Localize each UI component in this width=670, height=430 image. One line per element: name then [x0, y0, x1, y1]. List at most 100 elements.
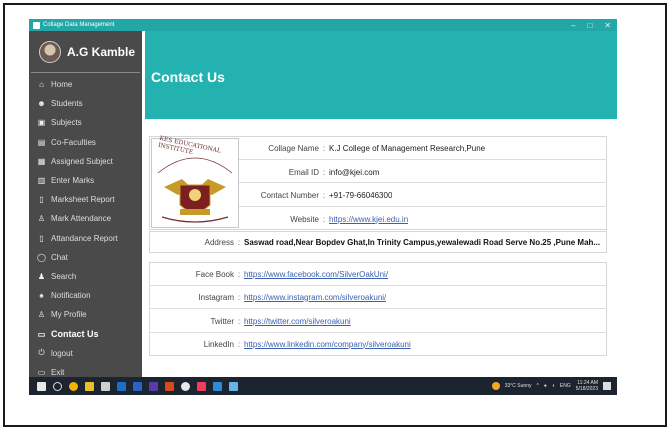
email-row: Email ID : info@kjei.com [239, 165, 380, 179]
sidebar-item-subjects[interactable]: ▣ Subjects [29, 113, 142, 132]
divider [239, 182, 607, 183]
sidebar-item-label: Home [51, 80, 73, 90]
weather-text[interactable]: 33°C Sunny [505, 383, 532, 389]
colon: : [322, 167, 326, 177]
sidebar-item-marksheet-report[interactable]: ▯ Marksheet Report [29, 190, 142, 209]
sidebar-item-students[interactable]: ☻ Students [29, 94, 142, 113]
taskbar: 33°C Sunny ^ ● ◖ ENG 11:24 AM 5/18/2023 [29, 377, 617, 395]
store-icon[interactable] [117, 381, 126, 391]
window-title: Collage Data Management [43, 22, 115, 28]
chrome-icon[interactable] [69, 381, 78, 391]
website-link[interactable]: https://www.kjei.edu.in [329, 215, 408, 224]
college-logo: KES EDUCATIONAL INSTITUTE [151, 135, 239, 228]
taskbar-apps [37, 381, 238, 391]
sidebar-nav: ⌂ Home ☻ Students ▣ Subjects ▤ Co-Faculties ▦ Ass… [29, 73, 142, 382]
phone-label: Contact Number [260, 190, 319, 200]
close-button[interactable]: ✕ [604, 21, 611, 30]
colon: : [237, 292, 241, 302]
notepad-icon[interactable] [101, 381, 110, 391]
settings-icon[interactable] [181, 381, 190, 391]
search-icon[interactable] [53, 381, 62, 391]
divider [149, 332, 607, 333]
start-icon[interactable] [37, 381, 46, 391]
office-icon[interactable] [165, 381, 174, 391]
divider [149, 308, 607, 309]
sidebar-item-chat[interactable]: ◯ Chat [29, 248, 142, 267]
chat-icon: ◯ [37, 252, 46, 262]
maximize-button[interactable]: □ [587, 21, 592, 30]
email-value: info@kjei.com [329, 167, 380, 177]
folder-icon[interactable] [85, 381, 94, 391]
colon: : [237, 316, 241, 326]
sidebar-item-label: Assigned Subject [51, 156, 113, 166]
sidebar-item-label: Chat [51, 252, 68, 262]
sidebar-item-home[interactable]: ⌂ Home [29, 75, 142, 94]
sidebar-item-label: Students [51, 99, 83, 109]
subjects-icon: ▣ [37, 118, 46, 128]
sidebar-item-label: My Profile [51, 310, 87, 320]
phone-row: Contact Number : +91-79-66046300 [239, 188, 393, 202]
colon: : [237, 339, 241, 349]
avatar [39, 40, 61, 63]
email-label: Email ID [288, 167, 319, 177]
sidebar-item-attandance-report[interactable]: ▯ Attandance Report [29, 229, 142, 248]
contact-icon: ▭ [37, 329, 46, 339]
sidebar-item-notification[interactable]: ♠ Notification [29, 286, 142, 305]
sidebar-item-logout[interactable]: ⏻ logout [29, 344, 142, 363]
profile-name: A.G Kamble [67, 44, 136, 59]
address-label: Address [204, 237, 234, 247]
volume-icon[interactable]: ◖ [552, 383, 555, 389]
sidebar-item-label: Exit [51, 367, 65, 377]
sidebar-item-search[interactable]: ♟ Search [29, 267, 142, 286]
sidebar-item-mark-attendance[interactable]: ♙ Mark Attendance [29, 209, 142, 228]
address-value: Saswad road,Near Bopdev Ghat,In Trinity … [244, 237, 601, 247]
language-indicator[interactable]: ENG [560, 383, 571, 389]
clock-date: 5/18/2023 [575, 386, 598, 392]
instagram-row: Instagram : https://www.instagram.com/si… [149, 290, 386, 304]
colon: : [237, 269, 241, 279]
network-icon[interactable]: ● [544, 383, 547, 389]
home-icon: ⌂ [39, 80, 44, 90]
logout-icon: ⏻ [38, 348, 45, 358]
instagram-link[interactable]: https://www.instagram.com/silveroakuni/ [244, 293, 386, 302]
search-icon: ♟ [37, 271, 46, 281]
minimize-button[interactable]: – [571, 21, 575, 30]
attendance-report-icon: ▯ [39, 233, 44, 243]
sidebar-item-label: Mark Attendance [51, 214, 112, 224]
app-window: Collage Data Management – □ ✕ A.G Kamble… [29, 19, 617, 395]
sidebar-item-label: Notification [51, 291, 91, 301]
sidebar-item-my-profile[interactable]: ♙ My Profile [29, 305, 142, 324]
sidebar-item-label: Contact Us [51, 329, 99, 340]
colon: : [322, 190, 326, 200]
window-controls: – □ ✕ [571, 19, 611, 31]
twitter-link[interactable]: https://twitter.com/silveroakuni [244, 317, 351, 326]
sidebar-item-enter-marks[interactable]: ▥ Enter Marks [29, 171, 142, 190]
sidebar-item-assigned-subject[interactable]: ▦ Assigned Subject [29, 152, 142, 171]
instagram-label: Instagram [198, 292, 234, 302]
divider [239, 159, 607, 160]
sidebar-item-label: Subjects [51, 118, 82, 128]
word-icon[interactable] [133, 381, 142, 391]
vs-icon[interactable] [149, 381, 158, 391]
people-icon[interactable] [213, 381, 222, 391]
linkedin-row: LinkedIn : https://www.linkedin.com/comp… [149, 337, 411, 351]
system-tray: 33°C Sunny ^ ● ◖ ENG 11:24 AM 5/18/2023 [491, 377, 611, 395]
profile-header: A.G Kamble [31, 31, 140, 73]
facebook-link[interactable]: https://www.facebook.com/SilverOakUni/ [244, 270, 388, 279]
sidebar-item-label: Co-Faculties [51, 137, 96, 147]
notification-center-icon[interactable] [603, 382, 611, 390]
media-icon[interactable] [197, 381, 206, 391]
assigned-icon: ▦ [37, 156, 46, 166]
exit-icon: ▭ [37, 367, 46, 377]
sidebar-item-contact-us[interactable]: ▭ Contact Us [29, 324, 142, 343]
clock[interactable]: 11:24 AM 5/18/2023 [576, 380, 598, 392]
linkedin-link[interactable]: https://www.linkedin.com/company/silvero… [244, 340, 411, 349]
colon: : [322, 143, 326, 153]
chevron-up-icon[interactable]: ^ [536, 383, 538, 389]
address-row: Address : Saswad road,Near Bopdev Ghat,I… [149, 235, 605, 249]
sidebar-item-co-faculties[interactable]: ▤ Co-Faculties [29, 133, 142, 152]
app-window-icon[interactable] [229, 381, 238, 391]
facebook-row: Face Book : https://www.facebook.com/Sil… [149, 267, 388, 281]
page-frame: Collage Data Management – □ ✕ A.G Kamble… [3, 3, 667, 427]
website-label: Website [290, 214, 319, 224]
